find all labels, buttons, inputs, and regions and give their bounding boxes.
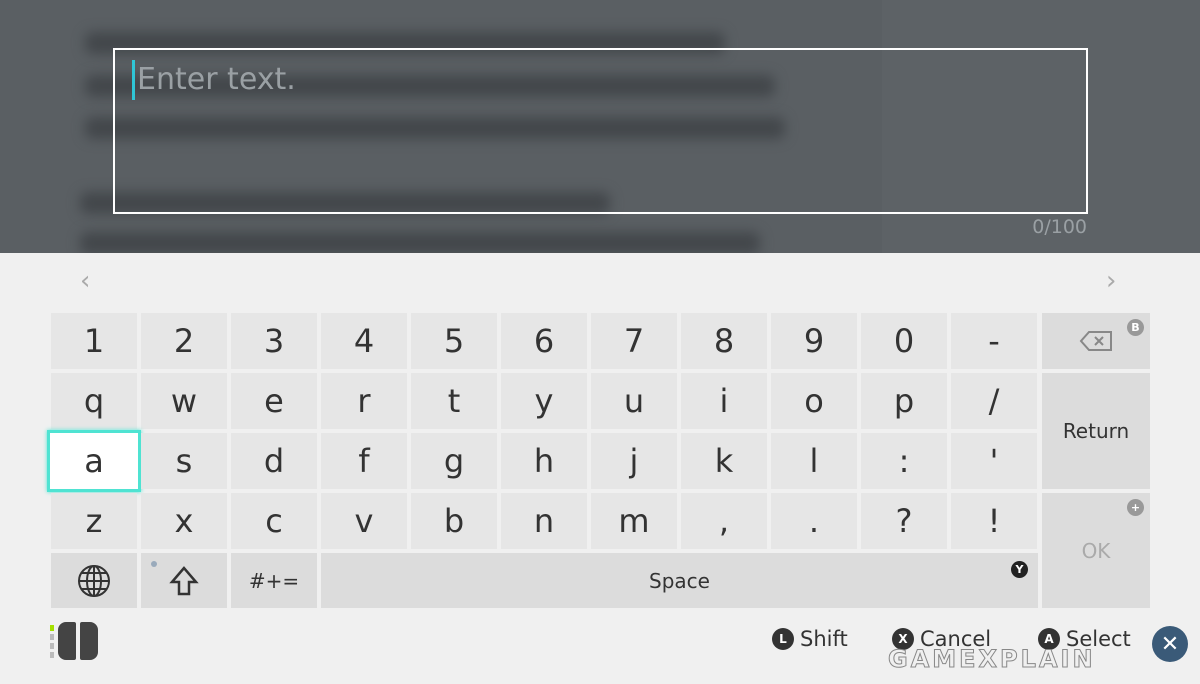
character-counter: 0/100	[1032, 216, 1087, 238]
symbols-key[interactable]: #+=	[231, 553, 317, 608]
key-d[interactable]: d	[231, 433, 317, 489]
key-k[interactable]: k	[681, 433, 767, 489]
key-b[interactable]: b	[411, 493, 497, 549]
key-0[interactable]: 0	[861, 313, 947, 369]
key-2[interactable]: 2	[141, 313, 227, 369]
prev-page-arrow[interactable]: ‹	[80, 266, 90, 296]
key-:[interactable]: :	[861, 433, 947, 489]
key-p[interactable]: p	[861, 373, 947, 429]
key-j[interactable]: j	[591, 433, 677, 489]
key-x[interactable]: x	[141, 493, 227, 549]
key-7[interactable]: 7	[591, 313, 677, 369]
key-g[interactable]: g	[411, 433, 497, 489]
key-r[interactable]: r	[321, 373, 407, 429]
key-z[interactable]: z	[51, 493, 137, 549]
key-q[interactable]: q	[51, 373, 137, 429]
key-3[interactable]: 3	[231, 313, 317, 369]
key-5[interactable]: 5	[411, 313, 497, 369]
key-8[interactable]: 8	[681, 313, 767, 369]
b-button-icon: B	[1127, 319, 1144, 336]
key-/[interactable]: /	[951, 373, 1037, 429]
key-h[interactable]: h	[501, 433, 587, 489]
shift-hint: L Shift	[772, 627, 848, 651]
key-m[interactable]: m	[591, 493, 677, 549]
key-?[interactable]: ?	[861, 493, 947, 549]
input-placeholder: Enter text.	[137, 62, 296, 97]
space-label: Space	[649, 568, 710, 593]
key-.[interactable]: .	[771, 493, 857, 549]
key-l[interactable]: l	[771, 433, 857, 489]
plus-button-icon: +	[1127, 499, 1144, 516]
backspace-icon	[1079, 331, 1112, 351]
globe-icon	[78, 564, 110, 597]
backspace-key[interactable]: B	[1042, 313, 1150, 369]
shift-hint-label: Shift	[800, 627, 848, 651]
key--[interactable]: -	[951, 313, 1037, 369]
key-9[interactable]: 9	[771, 313, 857, 369]
text-caret	[132, 60, 135, 100]
key-c[interactable]: c	[231, 493, 317, 549]
key-t[interactable]: t	[411, 373, 497, 429]
key-f[interactable]: f	[321, 433, 407, 489]
l-button-icon: L	[772, 628, 794, 650]
key-e[interactable]: e	[231, 373, 317, 429]
key-s[interactable]: s	[141, 433, 227, 489]
watermark-icon: ✕	[1152, 626, 1188, 662]
next-page-arrow[interactable]: ›	[1106, 266, 1116, 296]
key-6[interactable]: 6	[501, 313, 587, 369]
key-o[interactable]: o	[771, 373, 857, 429]
key-v[interactable]: v	[321, 493, 407, 549]
ok-label: OK	[1081, 538, 1111, 563]
key-'[interactable]: '	[951, 433, 1037, 489]
key-u[interactable]: u	[591, 373, 677, 429]
space-key[interactable]: Space Y	[321, 553, 1038, 608]
key-n[interactable]: n	[501, 493, 587, 549]
key-y[interactable]: y	[501, 373, 587, 429]
key-i[interactable]: i	[681, 373, 767, 429]
key-,[interactable]: ,	[681, 493, 767, 549]
controller-icon	[50, 622, 98, 660]
key-w[interactable]: w	[141, 373, 227, 429]
key-1[interactable]: 1	[51, 313, 137, 369]
key-4[interactable]: 4	[321, 313, 407, 369]
language-key[interactable]	[51, 553, 137, 608]
ok-key[interactable]: OK +	[1042, 493, 1150, 608]
text-input[interactable]: Enter text.	[113, 48, 1088, 214]
watermark-logo: GAMEXPLAIN	[888, 645, 1096, 674]
shift-arrow-icon	[169, 565, 199, 595]
caps-indicator	[151, 561, 157, 567]
shift-key[interactable]	[141, 553, 227, 608]
y-button-icon: Y	[1011, 561, 1028, 578]
return-key[interactable]: Return	[1042, 373, 1150, 489]
text-entry-area: Enter text. 0/100	[0, 0, 1200, 253]
key-a[interactable]: a	[47, 430, 141, 492]
key-![interactable]: !	[951, 493, 1037, 549]
